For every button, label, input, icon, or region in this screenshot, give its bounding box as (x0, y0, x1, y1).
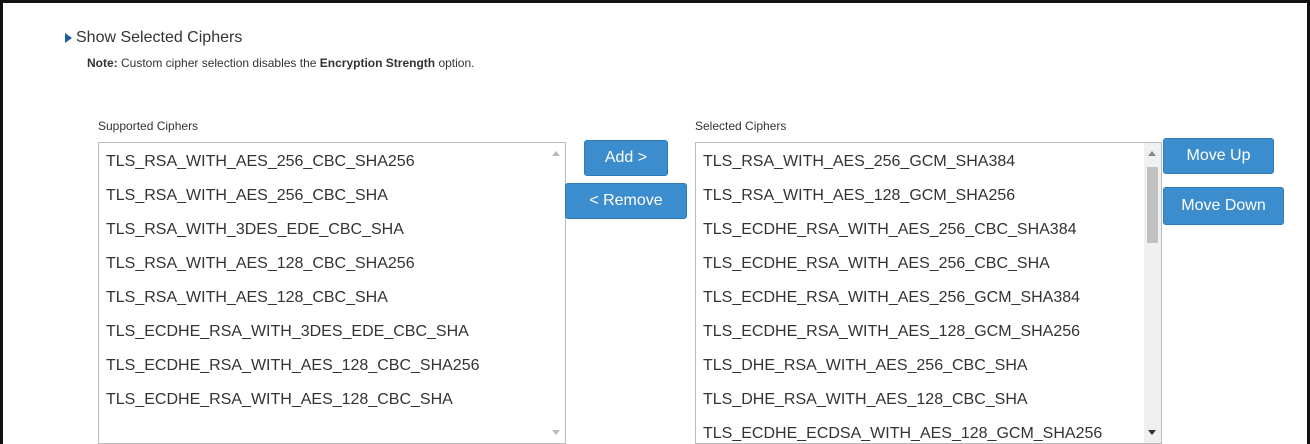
cipher-option[interactable]: TLS_RSA_WITH_3DES_EDE_CBC_SHA (99, 213, 565, 247)
cipher-option[interactable]: TLS_RSA_WITH_AES_128_GCM_SHA256 (696, 179, 1161, 213)
cipher-option[interactable]: TLS_RSA_WITH_AES_256_GCM_SHA384 (696, 145, 1161, 179)
scroll-up-arrow-icon[interactable] (1148, 151, 1156, 156)
cipher-option[interactable]: TLS_ECDHE_RSA_WITH_AES_128_CBC_SHA (99, 383, 565, 417)
cipher-option[interactable]: TLS_ECDHE_RSA_WITH_3DES_EDE_CBC_SHA (99, 315, 565, 349)
cipher-option[interactable]: TLS_DHE_RSA_WITH_AES_256_CBC_SHA (696, 349, 1161, 383)
note-body-before: Custom cipher selection disables the (117, 56, 320, 70)
show-selected-ciphers-toggle[interactable]: Show Selected Ciphers (65, 29, 242, 47)
cipher-option[interactable]: TLS_RSA_WITH_AES_128_CBC_SHA256 (99, 247, 565, 281)
note-text: Note: Custom cipher selection disables t… (87, 56, 475, 70)
note-prefix: Note: (87, 56, 118, 70)
cipher-option[interactable]: TLS_RSA_WITH_AES_128_CBC_SHA (99, 281, 565, 315)
remove-button[interactable]: < Remove (565, 183, 687, 219)
cipher-option[interactable]: TLS_DHE_RSA_WITH_AES_128_CBC_SHA (696, 383, 1161, 417)
note-body-after: option. (435, 56, 475, 70)
scroll-up-arrow-icon[interactable] (552, 151, 560, 156)
note-strong: Encryption Strength (319, 56, 436, 70)
cipher-option[interactable]: TLS_ECDHE_RSA_WITH_AES_128_GCM_SHA256 (696, 315, 1161, 349)
cipher-option[interactable]: TLS_ECDHE_RSA_WITH_AES_256_CBC_SHA384 (696, 213, 1161, 247)
supported-ciphers-list[interactable]: TLS_RSA_WITH_AES_256_CBC_SHA256 TLS_RSA_W… (98, 142, 566, 444)
cipher-option[interactable]: TLS_ECDHE_RSA_WITH_AES_256_GCM_SHA384 (696, 281, 1161, 315)
toggle-label: Show Selected Ciphers (76, 29, 243, 46)
scroll-down-arrow-icon[interactable] (1148, 430, 1156, 435)
selected-ciphers-label: Selected Ciphers (695, 119, 787, 133)
cipher-option[interactable]: TLS_RSA_WITH_AES_256_CBC_SHA256 (99, 145, 565, 179)
selected-ciphers-list[interactable]: TLS_RSA_WITH_AES_256_GCM_SHA384 TLS_RSA_W… (695, 142, 1162, 444)
cipher-option[interactable]: TLS_ECDHE_ECDSA_WITH_AES_128_GCM_SHA256 (696, 417, 1161, 443)
supported-ciphers-label: Supported Ciphers (98, 119, 199, 133)
cipher-panel: Show Selected Ciphers Note: Custom ciphe… (0, 0, 1310, 444)
scroll-down-arrow-icon[interactable] (552, 430, 560, 435)
add-button[interactable]: Add > (584, 140, 668, 176)
cipher-option[interactable]: TLS_ECDHE_RSA_WITH_AES_256_CBC_SHA (696, 247, 1161, 281)
cipher-option[interactable]: TLS_ECDHE_RSA_WITH_AES_128_CBC_SHA256 (99, 349, 565, 383)
scroll-thumb[interactable] (1147, 167, 1158, 243)
cipher-option[interactable]: TLS_RSA_WITH_AES_256_CBC_SHA (99, 179, 565, 213)
move-down-button[interactable]: Move Down (1163, 187, 1284, 225)
selected-scrollbar[interactable] (1144, 143, 1161, 443)
move-up-button[interactable]: Move Up (1163, 138, 1274, 174)
expand-triangle-icon (65, 33, 72, 43)
supported-scrollbar[interactable] (548, 143, 565, 443)
